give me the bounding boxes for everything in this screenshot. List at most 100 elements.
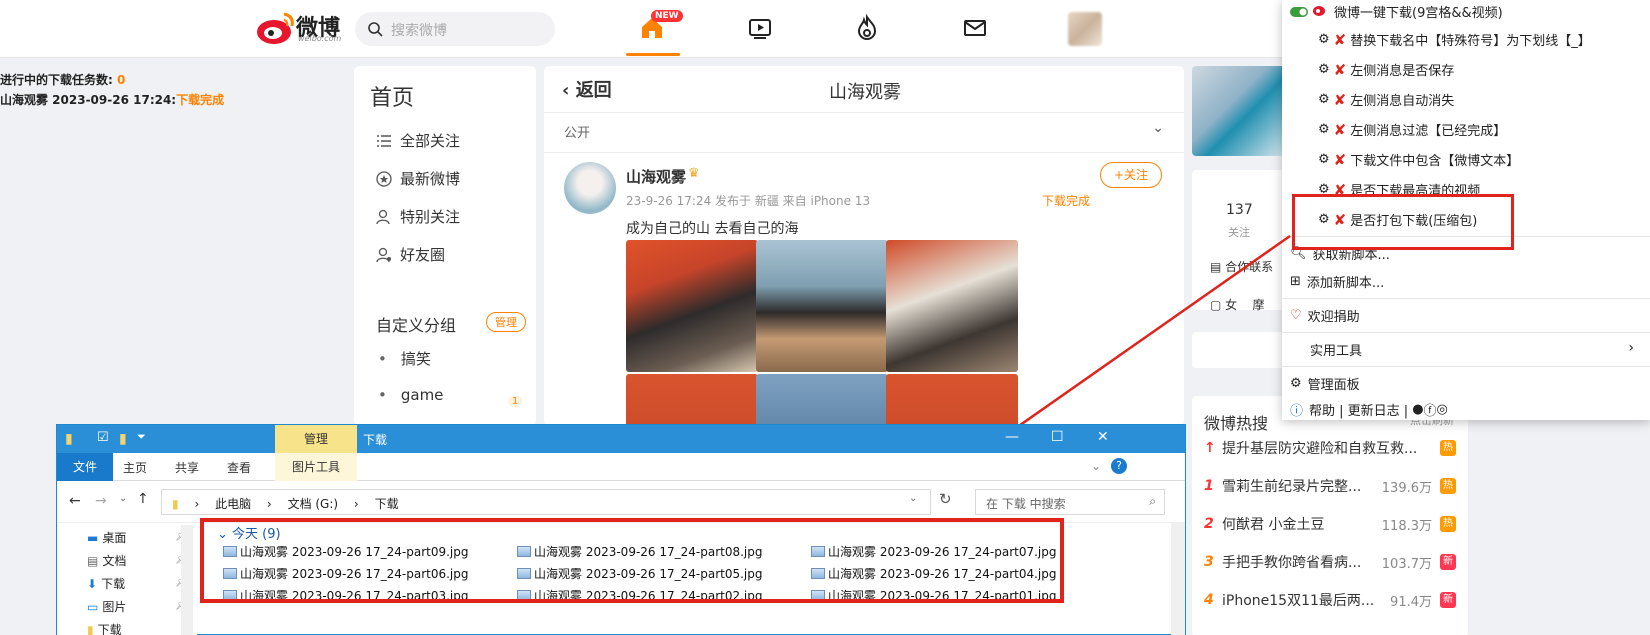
cross-icon: ✘ (1333, 60, 1347, 79)
nav-label: 下载 (97, 623, 122, 635)
nav-downloads[interactable]: ⬇ 下载 (87, 575, 125, 592)
tab-home[interactable]: 主页 (123, 459, 147, 476)
chevron-right-icon: › (1628, 340, 1634, 356)
up-arrow-icon[interactable]: ↑ (137, 491, 149, 507)
explorer-search-input[interactable]: 在 下载 中搜索 ⌕ (975, 489, 1165, 515)
properties-icon[interactable]: ☑ (97, 430, 109, 445)
gear-icon: ⚙ (1318, 152, 1330, 167)
breadcrumb[interactable]: 下载 (375, 497, 399, 511)
nav-item-label: 全部关注 (400, 132, 461, 150)
breadcrumb[interactable]: 文档 (G:) (288, 497, 339, 511)
back-button[interactable]: ‹ 返回 (562, 76, 612, 102)
nav-pictures[interactable]: ▭ 图片 (87, 598, 126, 615)
close-icon[interactable]: ✕ (1097, 429, 1109, 445)
address-path[interactable]: ▮ › 此电脑 › 文档 (G:) › 下载 (161, 489, 931, 515)
hot-row[interactable]: 4 iPhone15双11最后两... 91.4万新 (1204, 590, 1456, 610)
gear-icon: ⚙ (1318, 92, 1330, 107)
ribbon-context-tab[interactable]: 管理 (275, 425, 357, 453)
nav-item-label: 最新微博 (400, 170, 461, 188)
nav-item-friends[interactable]: 好友圈 (376, 244, 445, 265)
vip-crown-icon: ♛ (688, 166, 700, 181)
divider (1282, 298, 1650, 299)
cross-icon: ✘ (1333, 30, 1347, 49)
script-header[interactable]: 微博一键下载(9宫格&&视频) (1290, 2, 1503, 21)
post-text: 成为自己的山 去看自己的海 (626, 221, 799, 237)
minimize-icon[interactable]: — (1005, 429, 1019, 445)
download-arrow-icon: ⬇ (87, 576, 98, 591)
video-icon[interactable] (746, 14, 774, 42)
left-nav: 首页 全部关注 最新微博 特别关注 好友圈 自定义分组 管理 搞笑 game 1 (354, 66, 536, 426)
group-item[interactable]: game (378, 386, 444, 404)
tab-picture-tools[interactable]: 图片工具 (275, 453, 357, 481)
chevron-down-icon[interactable]: ⌄ (1091, 459, 1101, 473)
tab-share[interactable]: 共享 (175, 459, 199, 476)
group-item[interactable]: 搞笑 (378, 348, 431, 369)
recent-dropdown-icon[interactable]: ⌄ (119, 493, 127, 504)
help-icon[interactable]: ? (1111, 458, 1127, 474)
back-arrow-icon[interactable]: ← (69, 493, 81, 509)
nav-item-all-follows[interactable]: 全部关注 (376, 130, 460, 151)
star-icon (376, 170, 392, 187)
script-option[interactable]: ⚙ ✘ 左侧消息过滤【已经完成】 (1318, 120, 1506, 140)
chevron-down-icon[interactable]: ⌄ (1152, 120, 1164, 136)
instagram-icon[interactable]: ◎ (1437, 402, 1448, 417)
manage-groups-button[interactable]: 管理 (486, 312, 526, 332)
nav-item-latest[interactable]: 最新微博 (376, 168, 460, 189)
search-icon: ⌕ (1149, 494, 1156, 508)
new-folder-icon[interactable]: ▮ (119, 431, 127, 447)
nav-scrollbar[interactable] (181, 525, 193, 635)
tab-file[interactable]: 文件 (57, 453, 113, 481)
breadcrumb[interactable]: 此电脑 (215, 497, 251, 511)
hot-row[interactable]: 3 手把手教你跨省看病... 103.7万新 (1204, 552, 1456, 572)
back-label: 返回 (575, 80, 612, 101)
quick-access-dropdown-icon[interactable]: ⏷ (137, 430, 146, 444)
post-download-status: 下载完成 (1042, 194, 1091, 208)
manage-panel[interactable]: ⚙ 管理面板 (1290, 374, 1360, 393)
crumb-sep: › (194, 497, 200, 511)
author-avatar[interactable] (564, 162, 616, 214)
help-links[interactable]: ⓘ 帮助 | 更新日志 | ● ⓕ ◎ (1290, 400, 1448, 419)
add-new-script[interactable]: ⊞ 添加新脚本... (1290, 272, 1384, 291)
gear-icon: ⚙ (1318, 122, 1330, 137)
nav-documents[interactable]: ▤ 文档 (87, 552, 126, 569)
github-icon[interactable]: ● (1412, 402, 1423, 417)
donate[interactable]: ♡ 欢迎捐助 (1290, 306, 1360, 325)
script-option[interactable]: ⚙ ✘ 左侧消息是否保存 (1318, 60, 1454, 80)
follow-count[interactable]: 137 (1226, 202, 1253, 218)
picture-icon: ▭ (87, 599, 99, 614)
mail-icon[interactable] (961, 14, 989, 42)
gear-icon: ⚙ (1318, 32, 1330, 47)
post-author[interactable]: 山海观雾 (626, 166, 686, 187)
path-dropdown-icon[interactable]: ⌄ (909, 493, 917, 504)
nav-downloads-2[interactable]: ▮ 下载 (87, 621, 122, 635)
facebook-icon[interactable]: ⓕ (1424, 400, 1437, 419)
option-label: 左侧消息自动消失 (1350, 94, 1455, 109)
script-option[interactable]: ⚙ ✘ 左侧消息自动消失 (1318, 90, 1455, 110)
tools-label: 实用工具 (1310, 344, 1363, 359)
tab-view[interactable]: 查看 (227, 459, 251, 476)
follow-button[interactable]: +关注 (1100, 162, 1162, 188)
hot-flame-icon[interactable] (853, 14, 881, 42)
post-photo[interactable] (626, 240, 758, 372)
forward-arrow-icon[interactable]: → (95, 493, 107, 509)
nav-item-special[interactable]: 特别关注 (376, 206, 460, 227)
search-input[interactable]: 搜索微博 (355, 12, 555, 46)
profile-cover-image (1192, 66, 1292, 156)
highlight-box (1292, 194, 1514, 250)
hot-tag: 新 (1440, 592, 1456, 608)
script-header-label: 微博一键下载(9宫格&&视频) (1334, 6, 1503, 21)
file-list-scrollbar[interactable] (1171, 523, 1185, 635)
tools-submenu[interactable]: 实用工具 (1310, 340, 1362, 359)
address-bar-row: ← → ⌄ ↑ ▮ › 此电脑 › 文档 (G:) › 下载 ⌄ ↻ 在 下载 … (57, 481, 1185, 523)
user-star-icon (376, 209, 390, 224)
crumb-sep: › (266, 497, 272, 511)
script-option[interactable]: ⚙ ✘ 下载文件中包含【微博文本】 (1318, 150, 1519, 170)
nav-desktop[interactable]: ▬ 桌面 (87, 529, 126, 546)
user-avatar[interactable] (1068, 12, 1102, 46)
maximize-icon[interactable]: ☐ (1051, 429, 1064, 445)
nav-item-label: 特别关注 (400, 208, 461, 226)
toggle-on-icon (1290, 6, 1308, 17)
cross-icon: ✘ (1333, 90, 1347, 109)
refresh-icon[interactable]: ↻ (939, 490, 952, 508)
script-option[interactable]: ⚙ ✘ 替换下载名中【特殊符号】为下划线【_】 (1318, 30, 1591, 50)
